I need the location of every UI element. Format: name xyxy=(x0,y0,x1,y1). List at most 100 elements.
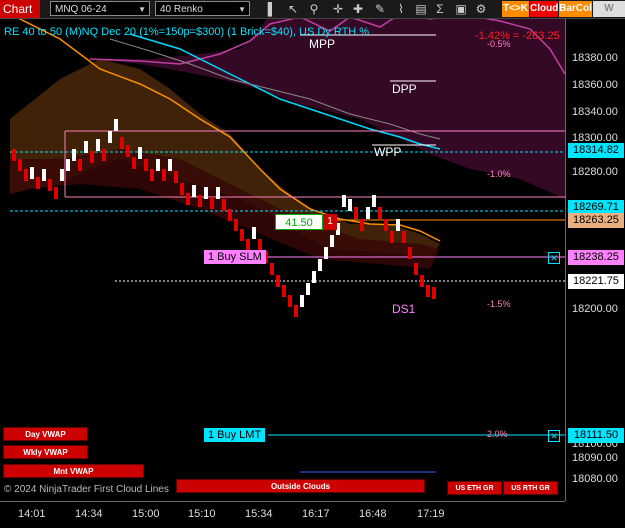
x-tick: 14:34 xyxy=(75,508,103,520)
zoom-icon[interactable]: ⚲ xyxy=(306,1,322,17)
chevron-down-icon: ▼ xyxy=(238,5,246,14)
bar-type-selector[interactable]: 40 Renko ▼ xyxy=(155,1,250,16)
dpp-label: DPP xyxy=(392,82,417,96)
price-tag-orange: 18263.25 xyxy=(568,213,624,228)
crosshair-icon[interactable]: ✛ xyxy=(330,1,346,17)
renko-brick-down xyxy=(126,145,130,157)
renko-brick-up xyxy=(72,149,76,161)
renko-brick-down xyxy=(150,169,154,181)
renko-brick-up xyxy=(312,271,316,283)
time-axis[interactable]: 14:01 14:34 15:00 15:10 15:34 16:17 16:4… xyxy=(0,501,565,528)
renko-brick-down xyxy=(288,295,292,307)
outside-clouds-button[interactable]: Outside Clouds xyxy=(176,479,425,493)
x-tick: 15:00 xyxy=(132,508,160,520)
position-value[interactable]: 41.50 xyxy=(275,214,323,230)
pointer-icon[interactable]: ↖ xyxy=(285,1,301,17)
renko-brick-down xyxy=(276,275,280,287)
renko-brick-down xyxy=(144,159,148,171)
renko-brick-up xyxy=(204,187,208,199)
pct-1-5-label: -1.5% xyxy=(487,299,511,309)
renko-brick-down xyxy=(12,149,16,161)
price-tag-lmt: 18111.50 xyxy=(568,428,624,443)
y-tick: 18090.00 xyxy=(572,452,618,464)
last-price-tag: 18221.75 xyxy=(568,274,624,289)
close-icon[interactable]: ✕ xyxy=(548,430,560,442)
bar-type-value: 40 Renko xyxy=(160,4,203,15)
renko-brick-down xyxy=(294,305,298,317)
position-qty[interactable]: 1 xyxy=(323,214,337,230)
us-rth-gr-button[interactable]: US RTH GR xyxy=(503,481,558,495)
pct-2-0-label: 2.0% xyxy=(487,429,508,439)
renko-brick-down xyxy=(360,219,364,231)
renko-brick-up xyxy=(60,169,64,181)
renko-brick-up xyxy=(108,131,112,143)
price-chart[interactable]: RE 40 to 50 (M)NQ Dec 20 (1%=150p=$300) … xyxy=(0,19,565,501)
tk-button[interactable]: T<>K xyxy=(502,1,529,17)
bar-chart-icon[interactable]: ▌ xyxy=(264,1,280,17)
renko-brick-down xyxy=(36,177,40,189)
layout-icon[interactable]: ▣ xyxy=(453,1,469,17)
renko-brick-down xyxy=(354,207,358,219)
renko-brick-down xyxy=(402,231,406,243)
price-axis[interactable]: 18380.00 18360.00 18340.00 18300.00 1828… xyxy=(565,19,625,501)
renko-brick-down xyxy=(420,275,424,287)
renko-brick-down xyxy=(180,183,184,195)
pencil-icon[interactable]: ✎ xyxy=(372,1,388,17)
renko-brick-up xyxy=(96,139,100,151)
renko-brick-down xyxy=(414,263,418,275)
wkly-vwap-button[interactable]: Wkly VWAP xyxy=(3,445,88,459)
renko-brick-down xyxy=(102,149,106,161)
y-tick: 18280.00 xyxy=(572,166,618,178)
y-tick: 18340.00 xyxy=(572,106,618,118)
renko-brick-up xyxy=(168,159,172,171)
renko-brick-up xyxy=(42,169,46,181)
renko-brick-down xyxy=(228,209,232,221)
renko-brick-up xyxy=(192,185,196,197)
renko-brick-up xyxy=(306,283,310,295)
renko-brick-down xyxy=(162,169,166,181)
day-vwap-button[interactable]: Day VWAP xyxy=(3,427,88,441)
renko-brick-down xyxy=(240,229,244,241)
plot-icon[interactable]: ⌇ xyxy=(393,1,409,17)
buy-lmt-order[interactable]: 1 Buy LMT xyxy=(204,428,266,442)
y-tick: 18360.00 xyxy=(572,79,618,91)
x-tick: 14:01 xyxy=(18,508,46,520)
price-tag-cyan-1: 18314.82 xyxy=(568,143,624,158)
renko-brick-down xyxy=(78,159,82,171)
renko-brick-down xyxy=(198,195,202,207)
properties-icon[interactable]: ▤ xyxy=(413,1,429,17)
renko-brick-down xyxy=(384,219,388,231)
wpp-label: WPP xyxy=(374,145,402,159)
vwap-button[interactable]: W VWA xyxy=(593,1,625,30)
barcol-button[interactable]: BarCol xyxy=(559,1,592,17)
renko-brick-up xyxy=(66,159,70,171)
x-tick: 16:48 xyxy=(359,508,387,520)
renko-brick-down xyxy=(132,157,136,169)
close-icon[interactable]: ✕ xyxy=(548,252,560,264)
renko-brick-down xyxy=(408,247,412,259)
settings-icon[interactable]: ⚙ xyxy=(473,1,489,17)
renko-brick-up xyxy=(30,167,34,179)
sigma-icon[interactable]: Σ xyxy=(432,1,448,17)
renko-brick-up xyxy=(324,247,328,259)
crosshair-icon[interactable]: ✚ xyxy=(350,1,366,17)
renko-brick-down xyxy=(432,287,436,299)
buy-slm-order[interactable]: 1 Buy SLM xyxy=(204,250,266,264)
renko-brick-down xyxy=(24,169,28,181)
x-tick: 16:17 xyxy=(302,508,330,520)
renko-brick-up xyxy=(216,187,220,199)
renko-brick-down xyxy=(210,197,214,209)
instrument-selector[interactable]: MNQ 06-24 ▼ xyxy=(50,1,150,16)
cloud-button[interactable]: Cloud xyxy=(530,1,558,17)
mnt-vwap-button[interactable]: Mnt VWAP xyxy=(3,464,144,478)
renko-brick-up xyxy=(396,219,400,231)
renko-brick-up xyxy=(342,195,346,207)
instrument-value: MNQ 06-24 xyxy=(55,4,107,15)
renko-brick-down xyxy=(18,159,22,171)
renko-brick-up xyxy=(318,259,322,271)
chart-title: Chart xyxy=(0,0,40,18)
y-tick: 18380.00 xyxy=(572,52,618,64)
renko-brick-down xyxy=(426,285,430,297)
us-eth-gr-button[interactable]: US ETH GR xyxy=(447,481,502,495)
renko-brick-up xyxy=(348,199,352,211)
